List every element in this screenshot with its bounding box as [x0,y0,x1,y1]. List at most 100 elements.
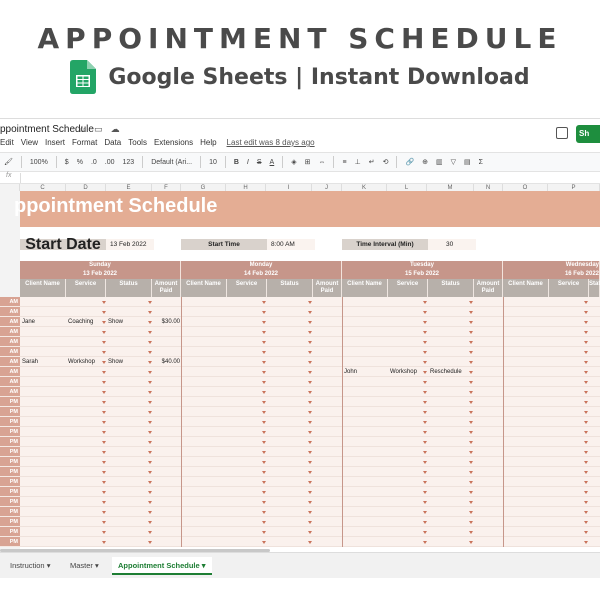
chevron-down-icon[interactable] [584,481,588,484]
chevron-down-icon[interactable] [102,391,106,394]
chevron-down-icon[interactable] [584,491,588,494]
chevron-down-icon[interactable] [148,311,152,314]
chevron-down-icon[interactable] [148,421,152,424]
chevron-down-icon[interactable] [102,451,106,454]
chevron-down-icon[interactable] [262,501,266,504]
appointment-status-cell[interactable]: Reschedule [428,367,462,377]
chevron-down-icon[interactable] [469,471,473,474]
tab-appointment-schedule[interactable]: Appointment Schedule ▾ [112,557,212,575]
chevron-down-icon[interactable] [262,521,266,524]
chevron-down-icon[interactable] [308,331,312,334]
chevron-down-icon[interactable] [308,501,312,504]
menu-item-tools[interactable]: Tools [128,138,147,147]
star-icon[interactable]: ☆ [78,124,86,135]
chevron-down-icon[interactable] [469,341,473,344]
tab-master[interactable]: Master ▾ [64,557,105,575]
chevron-down-icon[interactable] [262,391,266,394]
chevron-down-icon[interactable] [262,421,266,424]
chevron-down-icon[interactable] [423,511,427,514]
chevron-down-icon[interactable] [469,511,473,514]
chevron-down-icon[interactable] [423,521,427,524]
chevron-down-icon[interactable] [308,421,312,424]
chevron-down-icon[interactable] [102,531,106,534]
chevron-down-icon[interactable] [423,531,427,534]
chevron-down-icon[interactable] [262,371,266,374]
menu-item-data[interactable]: Data [104,138,121,147]
appointment-amount-cell[interactable] [474,367,503,377]
wrap-icon[interactable]: ↵ [369,158,375,166]
chevron-down-icon[interactable] [148,511,152,514]
chevron-down-icon[interactable] [469,391,473,394]
chevron-down-icon[interactable] [148,431,152,434]
last-edit-link[interactable]: Last edit was 8 days ago [227,138,315,147]
chevron-down-icon[interactable] [423,301,427,304]
chevron-down-icon[interactable] [262,441,266,444]
chevron-down-icon[interactable] [308,461,312,464]
chevron-down-icon[interactable] [469,451,473,454]
chevron-down-icon[interactable] [423,381,427,384]
chevron-down-icon[interactable] [262,301,266,304]
align-icon[interactable]: ≡ [342,159,346,166]
chevron-down-icon[interactable] [102,371,106,374]
chevron-down-icon[interactable] [308,351,312,354]
chevron-down-icon[interactable] [469,431,473,434]
start-date-value[interactable]: 13 Feb 2022 [106,239,154,250]
chevron-down-icon[interactable] [423,491,427,494]
chevron-down-icon[interactable] [584,301,588,304]
chevron-down-icon[interactable] [262,361,266,364]
chevron-down-icon[interactable] [469,411,473,414]
chevron-down-icon[interactable] [262,541,266,544]
chevron-down-icon[interactable] [308,401,312,404]
functions-icon[interactable]: Σ [479,159,483,166]
chevron-down-icon[interactable] [262,311,266,314]
views-icon[interactable]: ▤ [464,158,471,166]
interval-value[interactable]: 30 [428,239,476,250]
chevron-down-icon[interactable] [308,441,312,444]
chevron-down-icon[interactable] [423,321,427,324]
chevron-down-icon[interactable] [584,391,588,394]
chevron-down-icon[interactable] [102,401,106,404]
chevron-down-icon[interactable] [308,431,312,434]
appointment-amount-cell[interactable]: $30.00 [152,317,181,327]
chevron-down-icon[interactable] [308,521,312,524]
chevron-down-icon[interactable] [148,491,152,494]
chevron-down-icon[interactable] [423,451,427,454]
appointment-service-cell[interactable]: Workshop [66,357,95,367]
bold-button[interactable]: B [234,159,239,166]
chevron-down-icon[interactable] [584,321,588,324]
chevron-down-icon[interactable] [469,491,473,494]
chevron-down-icon[interactable] [148,381,152,384]
chevron-down-icon[interactable] [102,311,106,314]
chevron-down-icon[interactable] [262,451,266,454]
move-icon[interactable]: ▭ [94,124,103,135]
menu-item-insert[interactable]: Insert [45,138,65,147]
chevron-down-icon[interactable] [584,341,588,344]
link-icon[interactable]: 🔗 [405,158,414,166]
chevron-down-icon[interactable] [262,411,266,414]
menu-item-edit[interactable]: Edit [0,138,14,147]
appointment-amount-cell[interactable]: $40.00 [152,357,181,367]
chevron-down-icon[interactable] [584,381,588,384]
chevron-down-icon[interactable] [584,351,588,354]
chevron-down-icon[interactable] [584,501,588,504]
appointment-client-cell[interactable]: Jane [20,317,35,327]
chevron-down-icon[interactable] [148,501,152,504]
chevron-down-icon[interactable] [469,371,473,374]
chevron-down-icon[interactable] [308,391,312,394]
chevron-down-icon[interactable] [469,481,473,484]
chevron-down-icon[interactable] [584,431,588,434]
chevron-down-icon[interactable] [148,411,152,414]
chevron-down-icon[interactable] [308,311,312,314]
chevron-down-icon[interactable] [469,321,473,324]
chevron-down-icon[interactable] [423,331,427,334]
paint-format-icon[interactable]: 🖌 [4,158,13,166]
chevron-down-icon[interactable] [148,331,152,334]
chevron-down-icon[interactable] [469,501,473,504]
chevron-down-icon[interactable] [148,391,152,394]
appointment-service-cell[interactable]: Workshop [388,367,417,377]
chevron-down-icon[interactable] [148,441,152,444]
chevron-down-icon[interactable] [262,491,266,494]
chevron-down-icon[interactable] [469,381,473,384]
font-select[interactable]: Default (Ari... [151,159,192,166]
chevron-down-icon[interactable] [308,301,312,304]
